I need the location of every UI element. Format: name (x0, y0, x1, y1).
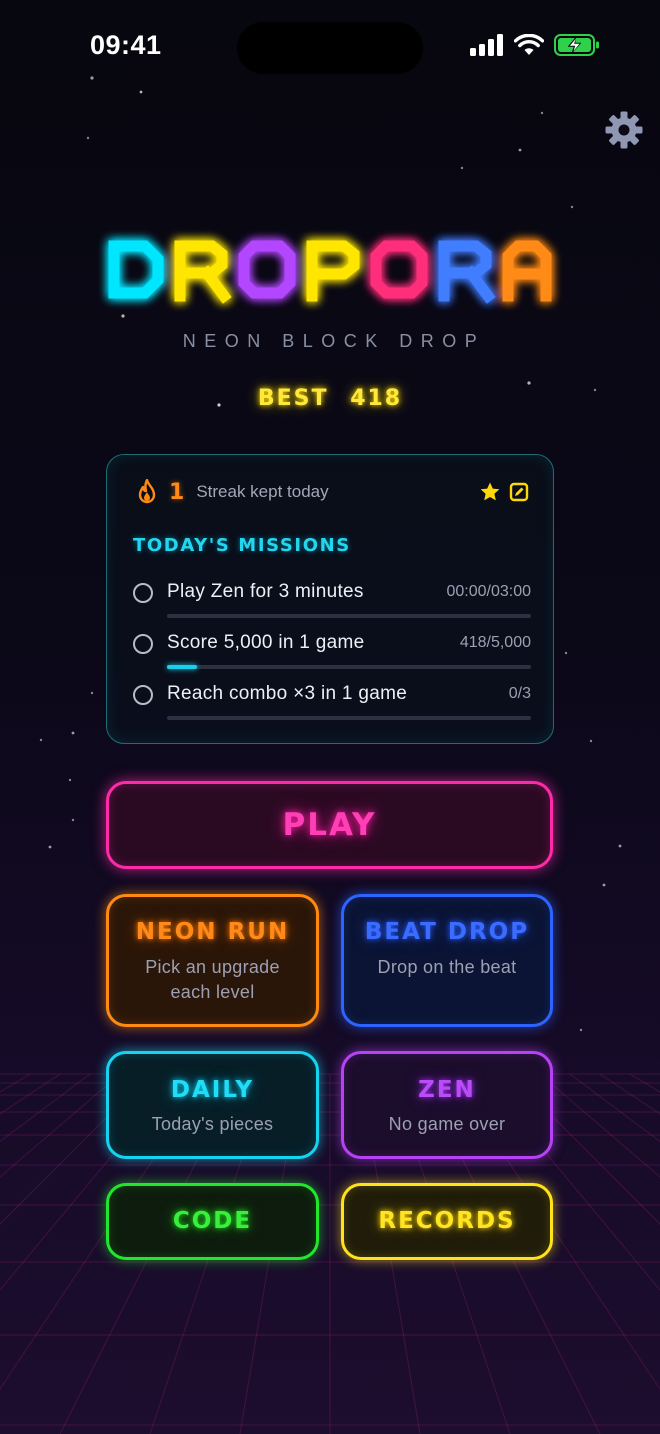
records-button-label: RECORDS (378, 1208, 516, 1234)
neon-run-button[interactable]: NEON RUN Pick an upgrade each level (106, 894, 319, 1027)
mission-label: Score 5,000 in 1 game (167, 632, 365, 653)
streak-row: 1 Streak kept today (135, 479, 329, 505)
daily-button[interactable]: DAILY Today's pieces (106, 1051, 319, 1159)
mission-progress-track (167, 614, 531, 618)
mission-item[interactable]: Score 5,000 in 1 game 418/5,000 (133, 632, 531, 682)
wifi-icon (514, 34, 544, 55)
mission-progress-value: 00:00/03:00 (446, 583, 531, 600)
mission-checkbox[interactable] (133, 685, 153, 705)
neon-run-title: NEON RUN (135, 919, 290, 945)
logo-letter-p (306, 240, 360, 302)
card-icons (479, 481, 529, 503)
flame-icon (138, 479, 156, 504)
missions-title: TODAY'S MISSIONS (133, 535, 351, 556)
neon-run-subtitle: Pick an upgrade each level (109, 955, 316, 1005)
status-bar: 09:41 (0, 0, 660, 96)
star-icon[interactable] (479, 481, 501, 503)
logo-letter-r (174, 240, 232, 304)
mission-progress-track (167, 665, 531, 669)
gear-icon[interactable] (604, 110, 644, 150)
beat-drop-title: BEAT DROP (364, 919, 530, 945)
mission-progress-value: 418/5,000 (459, 634, 531, 651)
edit-icon[interactable] (509, 482, 529, 502)
mission-progress-fill (167, 665, 198, 669)
logo-dropora (108, 240, 552, 304)
mission-progress-value: 0/3 (508, 685, 531, 702)
best-value: 418 (350, 386, 403, 411)
status-time: 09:41 (90, 30, 162, 60)
neon-run-subtitle-line2: each level (170, 982, 255, 1002)
best-score: BEST 418 (0, 386, 660, 411)
dynamic-island (237, 22, 423, 74)
daily-title: DAILY (170, 1077, 255, 1103)
code-button-label: CODE (172, 1208, 253, 1234)
mission-checkbox[interactable] (133, 583, 153, 603)
mission-label: Reach combo ×3 in 1 game (167, 683, 408, 704)
streak-count: 1 (169, 479, 185, 505)
beat-drop-button[interactable]: BEAT DROP Drop on the beat (341, 894, 553, 1027)
code-button[interactable]: CODE (106, 1183, 319, 1260)
logo-letter-o2 (370, 240, 428, 299)
tagline: NEON BLOCK DROP (182, 331, 486, 351)
logo-letter-d (108, 240, 164, 299)
records-button[interactable]: RECORDS (341, 1183, 553, 1260)
zen-button[interactable]: ZEN No game over (341, 1051, 553, 1159)
mission-item[interactable]: Play Zen for 3 minutes 00:00/03:00 (133, 581, 531, 631)
logo-letter-a (502, 240, 552, 302)
daily-subtitle: Today's pieces (151, 1114, 274, 1134)
zen-subtitle: No game over (388, 1114, 506, 1134)
neon-run-subtitle-line1: Pick an upgrade (145, 957, 280, 977)
play-button[interactable]: PLAY (106, 781, 553, 869)
status-icons (470, 34, 600, 56)
logo-letter-o (238, 240, 296, 299)
mission-label: Play Zen for 3 minutes (167, 581, 364, 602)
mission-progress-track (167, 716, 531, 720)
mission-checkbox[interactable] (133, 634, 153, 654)
battery-charging-icon (554, 34, 599, 56)
play-button-label: PLAY (282, 807, 377, 843)
zen-title: ZEN (418, 1077, 476, 1103)
beat-drop-subtitle: Drop on the beat (377, 957, 517, 977)
mission-item[interactable]: Reach combo ×3 in 1 game 0/3 (133, 683, 531, 733)
signal-icon (470, 34, 503, 56)
missions-card: 1 Streak kept today TODAY'S MISSIONS Pla… (106, 454, 554, 744)
logo-letter-r2 (438, 240, 496, 304)
best-label: BEST (257, 386, 329, 411)
streak-text: Streak kept today (196, 482, 329, 501)
